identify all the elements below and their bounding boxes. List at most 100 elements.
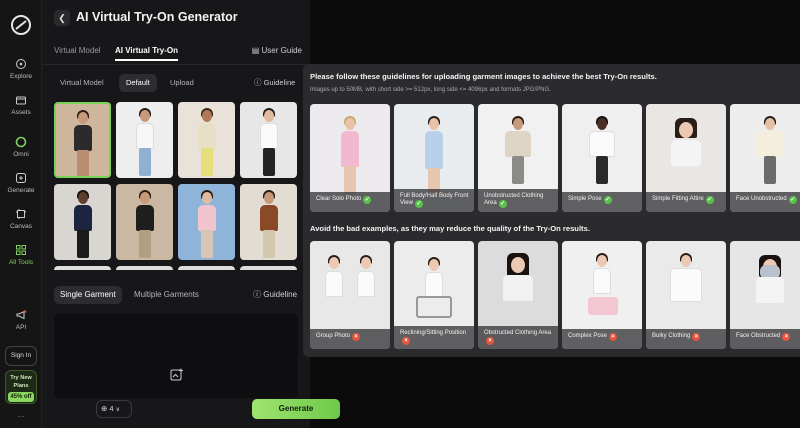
figure-part <box>425 131 443 169</box>
rail-item-omni[interactable]: Omni <box>0 136 42 158</box>
user-guide-link[interactable]: ▤ User Guide <box>252 46 302 55</box>
figure-part <box>429 118 439 130</box>
figure-part <box>345 118 355 130</box>
book-icon: ▤ <box>251 46 262 55</box>
example-caption: Face Obstructed × <box>730 329 800 349</box>
user-guide-label: User Guide <box>261 46 302 55</box>
tab-single-garment[interactable]: Single Garment <box>54 286 122 304</box>
model-tile[interactable] <box>240 184 297 260</box>
generate-button[interactable]: Generate <box>252 399 340 419</box>
figure-part <box>670 268 702 302</box>
model-tile[interactable] <box>178 102 235 178</box>
figure-part <box>262 148 275 176</box>
figure-part <box>262 230 275 258</box>
model-tile[interactable] <box>116 184 173 260</box>
tab-multiple-garments[interactable]: Multiple Garments <box>134 286 199 304</box>
upload-image-icon <box>170 368 183 381</box>
generate-icon <box>16 173 26 183</box>
grid-icon <box>16 245 26 255</box>
model-tile[interactable] <box>54 266 111 270</box>
check-icon: ✓ <box>705 196 714 204</box>
main-tabs: Virtual Model AI Virtual Try-On ▤ User G… <box>54 46 302 62</box>
tab-model-default[interactable]: Default <box>119 74 157 92</box>
guideline-link[interactable]: ⓘ Guideline <box>253 286 297 304</box>
chevron-down-icon: ∨ <box>115 407 121 413</box>
good-example-card: Clear Solo Photo ✓ <box>310 104 390 212</box>
check-icon: ✓ <box>414 200 423 208</box>
example-caption: Clear Solo Photo ✓ <box>310 192 390 212</box>
cross-icon: × <box>352 333 361 341</box>
figure-part <box>764 156 776 184</box>
figure-part <box>513 118 523 130</box>
figure-part <box>596 156 608 184</box>
model-tabs: Virtual Model Default Upload ⓘ Guideline <box>54 74 304 92</box>
figure-part <box>503 275 533 301</box>
model-tile[interactable] <box>116 266 173 270</box>
tab-model-upload[interactable]: Upload <box>170 74 194 92</box>
figure-part <box>259 123 278 149</box>
guideline-popover: Please follow these guidelines for uploa… <box>303 64 800 357</box>
figure-part: Face Unobstructed <box>736 196 787 202</box>
model-tile[interactable] <box>240 266 297 270</box>
brand-logo-icon[interactable] <box>10 14 32 36</box>
cross-icon: × <box>782 333 791 341</box>
guideline-label: Guideline <box>263 290 298 299</box>
example-caption: Simple Pose ✓ <box>562 192 642 212</box>
rail-item-generate[interactable]: Generate <box>0 172 42 194</box>
discount-badge: 45% off <box>8 392 34 402</box>
model-tile[interactable] <box>240 102 297 178</box>
figure-part <box>197 205 216 231</box>
good-example-card: Simple Fitting Attire ✓ <box>646 104 726 212</box>
figure-part <box>138 148 151 176</box>
example-caption: Unobstructed Clothing Area ✓ <box>478 189 558 212</box>
figure-part <box>325 271 343 297</box>
model-tile[interactable] <box>178 184 235 260</box>
figure-part <box>73 205 92 231</box>
figure-part <box>135 205 154 231</box>
figure-part: Reclining/Sitting Position <box>400 330 467 336</box>
popover-heading: Please follow these guidelines for uploa… <box>310 72 657 81</box>
rail-item-canvas[interactable]: Canvas <box>0 208 42 230</box>
guideline-link[interactable]: ⓘ Guideline <box>254 74 295 92</box>
figure-part <box>429 259 439 271</box>
figure-part <box>512 156 524 184</box>
tool-panel: ❮ AI Virtual Try-On Generator Virtual Mo… <box>42 0 340 428</box>
page-title: AI Virtual Try-On Generator <box>76 10 238 24</box>
figure-part <box>139 192 150 204</box>
figure-part: Group Photo <box>316 333 351 339</box>
figure-part <box>593 268 611 294</box>
check-icon: ✓ <box>788 196 797 204</box>
image-count-select[interactable]: ⊕ 4 ∨ <box>96 400 132 418</box>
info-icon: ⓘ <box>253 290 264 299</box>
tab-virtual-model[interactable]: Virtual Model <box>54 46 101 55</box>
rail-label: API <box>15 324 27 331</box>
figure-part <box>416 296 452 318</box>
good-example-card: Full Body/Half Body Front View ✓ <box>394 104 474 212</box>
tab-model-virtual-model[interactable]: Virtual Model <box>60 74 104 92</box>
cross-icon: × <box>609 333 618 341</box>
rail-item-api[interactable]: API <box>0 309 42 331</box>
model-tile[interactable] <box>178 266 235 270</box>
rail-item-all-tools[interactable]: All Tools <box>0 244 42 266</box>
example-caption: Simple Fitting Attire ✓ <box>646 192 726 212</box>
rail-item-assets[interactable]: Assets <box>0 94 42 116</box>
garment-upload-area[interactable] <box>54 314 298 398</box>
rail-item-explore[interactable]: Explore <box>0 58 42 80</box>
check-icon: ✓ <box>363 196 372 204</box>
model-tile[interactable] <box>54 184 111 260</box>
try-new-plans-button[interactable]: Try New Plans 45% off <box>5 370 37 404</box>
figure-part <box>200 230 213 258</box>
stack-icon: ⊕ <box>101 404 108 413</box>
good-example-card: Face Unobstructed ✓ <box>730 104 800 212</box>
figure-part: Full Body/Half Body Front View <box>400 193 469 206</box>
tab-ai-virtual-try-on[interactable]: AI Virtual Try-On <box>115 46 178 61</box>
figure-part <box>139 110 150 122</box>
back-button[interactable]: ❮ <box>54 10 70 26</box>
figure-part <box>505 131 531 157</box>
model-tile[interactable] <box>54 102 111 178</box>
more-icon[interactable]: ... <box>0 410 42 419</box>
image-count-value: 4 <box>109 404 114 413</box>
model-tile[interactable] <box>116 102 173 178</box>
figure-part <box>263 192 274 204</box>
sign-in-button[interactable]: Sign In <box>5 346 37 366</box>
